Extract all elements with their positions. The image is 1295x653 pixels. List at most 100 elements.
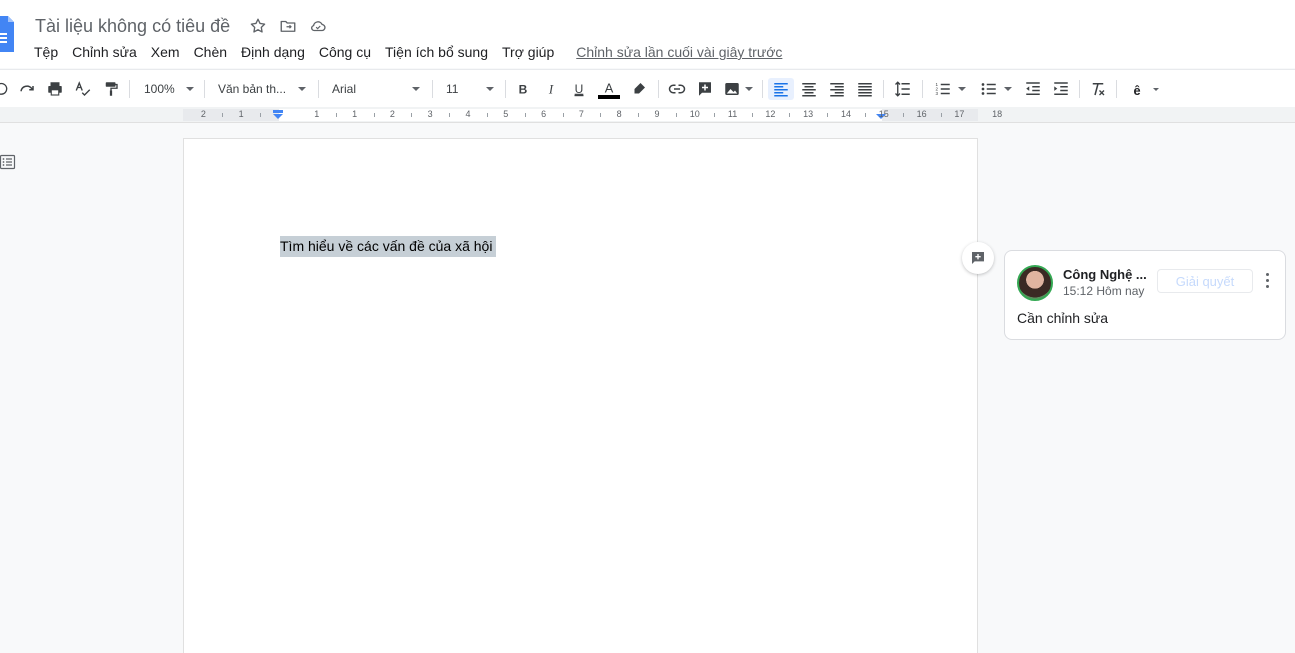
svg-text:I: I [548,83,554,97]
toolbar-divider [505,80,506,98]
ruler-label: 4 [465,109,471,119]
align-left-icon[interactable] [768,78,794,100]
chevron-down-icon [412,87,420,91]
link-icon[interactable] [666,78,688,100]
ruler-label: 12 [765,109,776,119]
docs-logo-icon[interactable] [0,16,14,52]
document-outline-icon[interactable] [0,154,16,170]
text-color-icon: A [605,80,614,94]
insert-image-button[interactable] [721,78,755,100]
toolbar-divider [204,80,205,98]
ruler-tick [902,113,904,117]
align-right-icon[interactable] [826,78,848,100]
paint-format-icon[interactable] [100,78,122,100]
font-select[interactable]: Arial [326,78,426,100]
document-page[interactable]: Tìm hiểu về các vấn đề của xã hội [183,138,978,653]
svg-text:ê: ê [1133,83,1140,98]
ruler-label: 2 [200,109,206,119]
bulleted-list-icon [981,83,996,95]
font-size-select[interactable]: 11 [440,78,500,100]
insert-comment-icon[interactable] [694,78,716,100]
print-icon[interactable] [44,78,66,100]
cloud-status-icon[interactable] [308,16,328,36]
ruler-tick [222,113,224,117]
docs-app: Tài liệu không có tiêu đề Tệp Chỉnh sửa … [0,0,1295,653]
text-color-button[interactable]: A [596,78,622,100]
avatar [1017,265,1053,301]
ruler-label: 1 [352,109,358,119]
ruler-label: 15 [878,109,889,119]
font-size-value: 11 [446,82,459,96]
comment-time: 15:12 Hôm nay [1063,284,1145,298]
ruler-tick [486,113,488,117]
paragraph-style-select[interactable]: Văn bản th... [212,78,312,100]
ruler-label: 3 [427,109,433,119]
ruler-label: 6 [541,109,547,119]
toolbar-divider [883,80,884,98]
more-options-icon[interactable] [1261,269,1273,291]
toolbar-divider [318,80,319,98]
move-folder-icon[interactable] [278,16,298,36]
toolbar-divider [432,80,433,98]
highlight-icon[interactable] [628,78,650,100]
zoom-select[interactable]: 100% [138,78,200,100]
chevron-down-icon [745,87,753,91]
redo-icon[interactable] [16,78,38,100]
menu-view[interactable]: Xem [151,44,180,60]
undo-icon[interactable] [0,78,10,100]
align-justify-icon[interactable] [854,78,876,100]
ruler[interactable]: 2 1 1 1 2 3 4 5 6 7 8 9 10 11 12 13 14 15 16 17 18 [0,107,1295,123]
align-center-icon[interactable] [798,78,820,100]
svg-text:B: B [519,83,528,97]
numbered-list-button[interactable]: 123 [930,78,970,100]
line-spacing-icon[interactable] [892,78,914,100]
left-indent-marker-icon[interactable] [272,110,284,120]
document-title[interactable]: Tài liệu không có tiêu đề [35,16,230,37]
star-icon[interactable] [248,16,268,36]
decrease-indent-icon[interactable] [1022,78,1044,100]
ruler-label: 13 [803,109,814,119]
input-tools-button[interactable]: ê [1124,78,1164,100]
toolbar-divider [1116,80,1117,98]
ruler-tick [562,113,564,117]
ruler-label: 1 [314,109,320,119]
ruler-label: 10 [689,109,700,119]
spellcheck-icon[interactable] [72,78,94,100]
bold-icon[interactable]: B [512,78,534,100]
toolbar-divider [658,80,659,98]
menu-file[interactable]: Tệp [34,44,58,60]
bulleted-list-button[interactable] [976,78,1016,100]
add-comment-button[interactable] [962,242,994,274]
menu-insert[interactable]: Chèn [194,44,227,60]
comment-card[interactable]: Công Nghệ ... 15:12 Hôm nay Giải quyết C… [1004,250,1286,340]
toolbar-divider [129,80,130,98]
ruler-tick [675,113,677,117]
italic-icon[interactable]: I [540,78,562,100]
ruler-label: 9 [654,109,660,119]
document-canvas: Tìm hiểu về các vấn đề của xã hội Công N… [0,124,1295,653]
ruler-tick [751,113,753,117]
header: Tài liệu không có tiêu đề Tệp Chỉnh sửa … [0,0,1295,68]
ruler-tick [449,113,451,117]
menu-edit[interactable]: Chỉnh sửa [72,44,137,60]
clear-formatting-icon[interactable] [1087,78,1109,100]
menu-bar: Tệp Chỉnh sửa Xem Chèn Định dạng Công cụ… [34,43,782,61]
menu-addons[interactable]: Tiện ích bổ sung [385,44,488,60]
menu-help[interactable]: Trợ giúp [502,44,554,60]
toolbar-divider [1079,80,1080,98]
last-edit-link[interactable]: Chỉnh sửa lần cuối vài giây trước [576,44,782,60]
resolve-button[interactable]: Giải quyết [1157,269,1253,293]
menu-tools[interactable]: Công cụ [319,44,371,60]
input-tools-icon: ê [1133,83,1140,98]
ruler-tick [335,113,337,117]
ruler-tick [638,113,640,117]
toolbar-divider [922,80,923,98]
underline-icon[interactable]: U [568,78,590,100]
ruler-label: 18 [992,109,1003,119]
svg-text:A: A [605,80,614,94]
selected-paragraph[interactable]: Tìm hiểu về các vấn đề của xã hội [280,236,497,257]
ruler-label: 8 [616,109,622,119]
menu-format[interactable]: Định dạng [241,44,305,60]
increase-indent-icon[interactable] [1050,78,1072,100]
comment-author: Công Nghệ ... [1063,267,1147,282]
